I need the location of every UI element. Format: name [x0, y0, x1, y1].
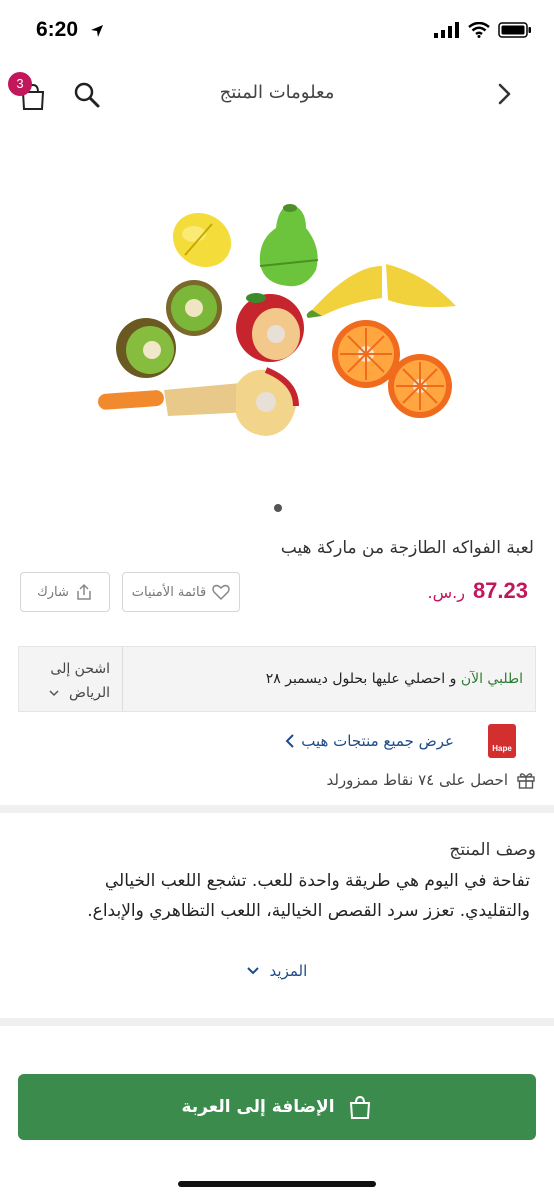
section-divider	[0, 1018, 554, 1026]
delivery-text: و احصلي عليها بحلول ديسمبر ٢٨	[265, 671, 461, 687]
share-button[interactable]: شارك	[20, 572, 110, 612]
chevron-down-icon	[49, 690, 59, 697]
shopping-bag-icon	[349, 1095, 370, 1119]
view-brand-label: عرض جميع منتجات هيب	[301, 732, 454, 750]
home-indicator[interactable]	[178, 1181, 376, 1187]
loyalty-points: احصل على ٧٤ نقاط ممزورلد	[326, 770, 536, 790]
brand-logo[interactable]: Hape	[488, 724, 516, 758]
heart-icon	[212, 584, 230, 601]
price-value: 87.23	[472, 578, 528, 603]
product-image[interactable]	[90, 190, 470, 450]
share-icon	[77, 583, 91, 600]
status-indicators	[434, 22, 532, 38]
chevron-right-icon[interactable]	[492, 82, 516, 106]
read-more-link[interactable]: المزيد	[0, 962, 554, 980]
points-text: احصل على ٧٤ نقاط ممزورلد	[326, 771, 508, 789]
section-divider	[0, 805, 554, 813]
wishlist-label: قائمة الأمنيات	[131, 584, 207, 600]
shipping-info: اشحن إلى الرياض اطلبي الآن و احصلي عليها…	[18, 646, 536, 712]
description-title: وصف المنتج	[449, 840, 536, 860]
chevron-down-icon	[247, 967, 259, 975]
ship-to-selector[interactable]: اشحن إلى الرياض	[19, 647, 123, 711]
page-title: معلومات المنتج	[219, 82, 335, 103]
nav-bar: معلومات المنتج	[0, 64, 554, 124]
wishlist-button[interactable]: قائمة الأمنيات	[122, 572, 240, 612]
price-currency: ر.س.	[427, 583, 465, 602]
status-bar: 6:20	[0, 0, 554, 64]
battery-icon	[498, 22, 531, 38]
gift-icon	[517, 773, 535, 789]
ship-to-label: اشحن إلى	[50, 661, 110, 677]
carousel-dot[interactable]	[274, 504, 282, 512]
wifi-icon	[468, 22, 490, 38]
read-more-label: المزيد	[269, 962, 308, 980]
add-to-cart-label: الإضافة إلى العربة	[181, 1097, 335, 1117]
ship-city: الرياض	[69, 685, 110, 701]
share-label: شارك	[37, 584, 69, 600]
signal-icon	[434, 22, 459, 38]
add-to-cart-button[interactable]: الإضافة إلى العربة	[18, 1074, 536, 1140]
chevron-left-icon	[285, 734, 294, 748]
order-now-text: اطلبي الآن	[460, 671, 523, 687]
product-title: لعبة الفواكه الطازجة من ماركة هيب	[280, 538, 534, 558]
view-brand-products-link[interactable]: عرض جميع منتجات هيب	[285, 732, 454, 750]
status-time: 6:20	[36, 18, 79, 41]
product-price: 87.23 ر.س.	[428, 578, 529, 604]
cart-count-badge: 3	[8, 72, 32, 96]
delivery-estimate: اطلبي الآن و احصلي عليها بحلول ديسمبر ٢٨	[266, 671, 523, 687]
description-body: تفاحة في اليوم هي طريقة واحدة للعب. تشجع…	[87, 871, 530, 921]
location-arrow-icon	[91, 25, 103, 37]
